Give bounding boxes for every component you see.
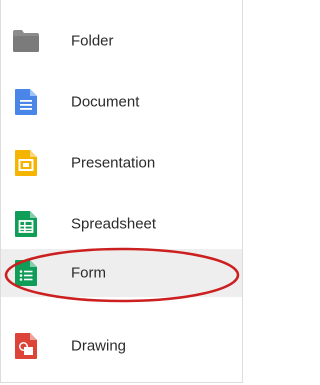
menu-item-document[interactable]: Document	[1, 78, 242, 126]
menu-item-presentation[interactable]: Presentation	[1, 139, 242, 187]
menu-item-form[interactable]: Form	[1, 249, 242, 297]
menu-item-label: Folder	[71, 32, 114, 50]
spreadsheet-icon	[15, 211, 37, 237]
menu-item-label: Spreadsheet	[71, 215, 157, 233]
document-icon	[15, 89, 37, 115]
new-item-menu: Folder Document Presentation Spreadsheet…	[0, 0, 243, 383]
menu-item-spreadsheet[interactable]: Spreadsheet	[1, 200, 242, 248]
menu-item-label: Form	[71, 264, 106, 282]
menu-item-label: Document	[71, 93, 140, 111]
menu-item-folder[interactable]: Folder	[1, 17, 242, 65]
menu-item-label: Presentation	[71, 154, 156, 172]
menu-item-drawing[interactable]: Drawing	[1, 322, 242, 370]
drawing-icon	[15, 333, 37, 359]
folder-icon	[13, 30, 39, 52]
form-icon	[15, 260, 37, 286]
menu-item-label: Drawing	[71, 337, 127, 355]
presentation-icon	[15, 150, 37, 176]
